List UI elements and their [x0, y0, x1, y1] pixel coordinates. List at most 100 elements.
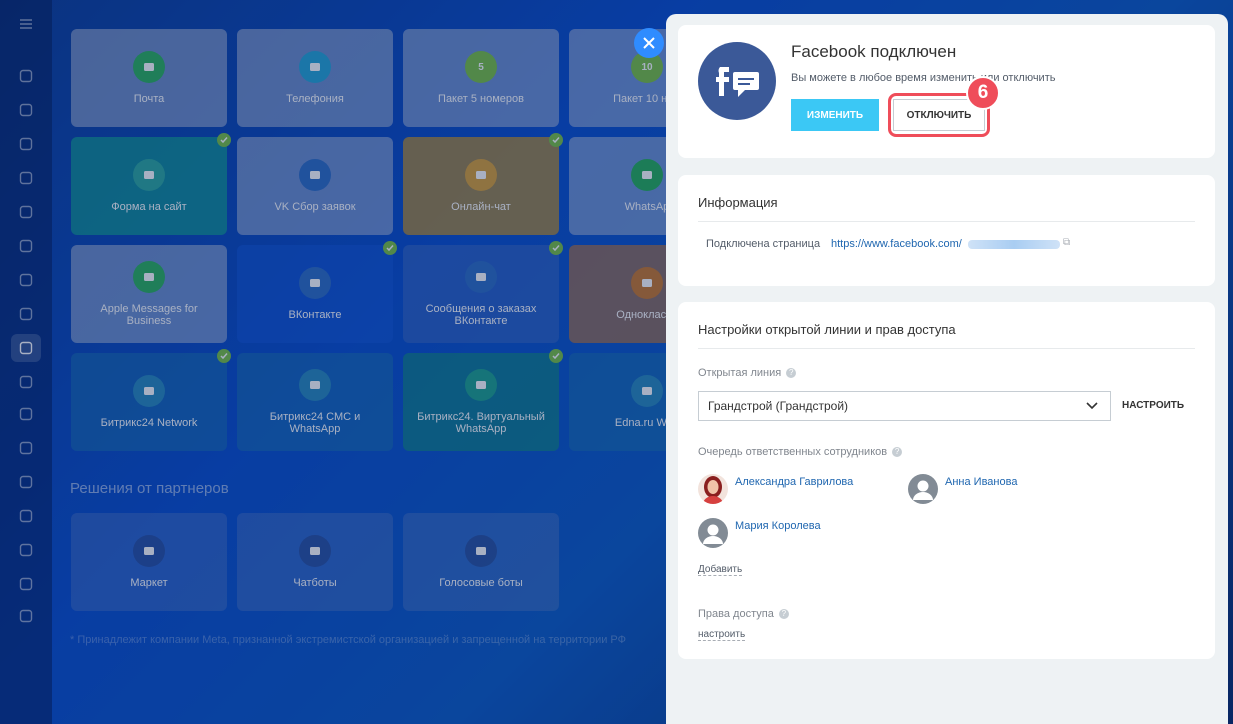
- change-button[interactable]: ИЗМЕНИТЬ: [791, 99, 879, 131]
- tile-label: Битрикс24 СМС и WhatsApp: [269, 411, 361, 435]
- tile-label: Форма на сайт: [111, 201, 187, 213]
- vk-form-icon: [299, 159, 331, 191]
- open-line-settings-card: Настройки открытой линии и прав доступа …: [678, 302, 1215, 659]
- avatar: [698, 474, 728, 504]
- calendar-icon[interactable]: [14, 200, 38, 224]
- queue-user[interactable]: Мария Королева: [698, 518, 821, 548]
- card-icon[interactable]: [14, 604, 38, 628]
- connected-check-icon: [217, 133, 231, 147]
- open-line-value: Грандстрой (Грандстрой): [708, 399, 849, 413]
- tile-label: Apple Messages for Business: [100, 303, 198, 327]
- connector-tile[interactable]: Чатботы: [237, 513, 393, 611]
- monitor-icon[interactable]: [14, 268, 38, 292]
- facebook-icon: [716, 67, 759, 97]
- microphone-icon: [465, 535, 497, 567]
- connector-tile[interactable]: Битрикс24 СМС и WhatsApp: [237, 353, 393, 451]
- connector-tile[interactable]: Сообщения о заказах ВКонтакте: [403, 241, 563, 343]
- schedule-icon[interactable]: [14, 470, 38, 494]
- tile-label: Маркет: [130, 577, 168, 589]
- connector-tile[interactable]: ВКонтакте: [237, 241, 397, 343]
- tile-label: VK Сбор заявок: [274, 201, 356, 213]
- inbox-icon[interactable]: [14, 302, 38, 326]
- connector-tile[interactable]: 5 Пакет 5 номеров: [403, 29, 559, 127]
- tile-label: Битрикс24. Виртуальный WhatsApp: [417, 411, 545, 435]
- market-icon: [133, 535, 165, 567]
- filter-icon[interactable]: [11, 334, 41, 362]
- connector-tile[interactable]: Битрикс24. Виртуальный WhatsApp: [403, 349, 563, 451]
- help-icon[interactable]: ?: [892, 447, 903, 457]
- tile-label: Битрикс24 Network: [100, 417, 198, 429]
- chat-icon[interactable]: [14, 98, 38, 122]
- vk-icon: [299, 267, 331, 299]
- connected-check-icon: [549, 133, 563, 147]
- connector-tile[interactable]: Телефония: [237, 29, 393, 127]
- connector-tile[interactable]: Почта: [71, 29, 227, 127]
- target-icon[interactable]: [14, 538, 38, 562]
- facebook-connector-panel: Facebook подключен Вы можете в любое вре…: [666, 14, 1228, 724]
- avatar: [698, 518, 728, 548]
- connected-check-icon: [217, 349, 231, 363]
- connector-tile[interactable]: Онлайн-чат: [403, 133, 563, 235]
- menu-icon[interactable]: [14, 12, 38, 36]
- connector-tile[interactable]: Битрикс24 Network: [71, 349, 231, 451]
- connected-check-icon: [549, 241, 563, 255]
- tile-label: ВКонтакте: [288, 309, 342, 321]
- cart-icon[interactable]: [14, 572, 38, 596]
- divider: [698, 348, 1195, 349]
- connector-tile[interactable]: Apple Messages for Business: [71, 245, 227, 343]
- mail-icon[interactable]: [14, 370, 38, 394]
- queue-label-wrap: Очередь ответственных сотрудников?: [698, 446, 903, 458]
- footnote: * Принадлежит компании Meta, признанной …: [70, 634, 626, 646]
- tile-label: Онлайн-чат: [451, 201, 511, 213]
- close-panel-button[interactable]: [634, 28, 664, 58]
- chevron-down-icon: [1086, 402, 1098, 410]
- connector-tile[interactable]: Голосовые боты: [403, 513, 559, 611]
- partners-section-title: Решения от партнеров: [70, 480, 229, 497]
- form-icon: [133, 159, 165, 191]
- settings-title: Настройки открытой линии и прав доступа: [698, 322, 956, 337]
- tile-label: Телефония: [286, 93, 344, 105]
- dialpad-5-icon: 5: [465, 51, 497, 83]
- access-label-wrap: Права доступа?: [698, 608, 789, 620]
- open-line-select[interactable]: Грандстрой (Грандстрой): [698, 391, 1111, 421]
- queue-user[interactable]: Александра Гаврилова: [698, 474, 853, 504]
- connector-tile[interactable]: Маркет: [71, 513, 227, 611]
- connector-tile[interactable]: Форма на сайт: [71, 133, 231, 235]
- add-employee-link[interactable]: Добавить: [698, 564, 743, 576]
- help-icon[interactable]: ?: [786, 368, 797, 378]
- headset-icon[interactable]: [14, 64, 38, 88]
- access-rights-link[interactable]: настроить: [698, 629, 746, 641]
- configure-open-line-button[interactable]: НАСТРОИТЬ: [1122, 400, 1184, 411]
- information-title: Информация: [698, 195, 778, 210]
- connected-page-link[interactable]: https://www.facebook.com/: [831, 238, 962, 250]
- facebook-messenger-logo: [698, 42, 776, 120]
- store-icon[interactable]: [14, 504, 38, 528]
- cloud-icon: [133, 375, 165, 407]
- ok-icon: [631, 267, 663, 299]
- avatar: [908, 474, 938, 504]
- chatbot-icon: [299, 535, 331, 567]
- status-subtitle: Вы можете в любое время изменить или отк…: [791, 72, 1056, 84]
- connected-page-label: Подключена страница: [706, 238, 821, 250]
- checkbox-icon[interactable]: [14, 436, 38, 460]
- contacts-icon[interactable]: [14, 402, 38, 426]
- connector-tile[interactable]: VK Сбор заявок: [237, 137, 393, 235]
- blurred-page-id: [968, 240, 1060, 249]
- file-icon[interactable]: [14, 234, 38, 258]
- external-link-icon[interactable]: ⧉: [1063, 237, 1070, 248]
- help-icon[interactable]: ?: [778, 609, 789, 619]
- queue-label: Очередь ответственных сотрудников: [698, 446, 888, 458]
- information-card: Информация Подключена страница https://w…: [678, 175, 1215, 286]
- close-icon: [643, 37, 655, 49]
- apple-messages-icon: [133, 261, 165, 293]
- phone-icon: [299, 51, 331, 83]
- cube-icon[interactable]: [14, 166, 38, 190]
- user-name: Мария Королева: [735, 520, 821, 532]
- access-rights-label: Права доступа: [698, 608, 774, 620]
- virtual-whatsapp-icon: [465, 369, 497, 401]
- tile-label: Сообщения о заказах ВКонтакте: [425, 303, 537, 327]
- tile-label: Чатботы: [293, 577, 337, 589]
- document-icon[interactable]: [14, 132, 38, 156]
- open-line-label: Открытая линия: [698, 367, 782, 379]
- queue-user[interactable]: Анна Иванова: [908, 474, 1017, 504]
